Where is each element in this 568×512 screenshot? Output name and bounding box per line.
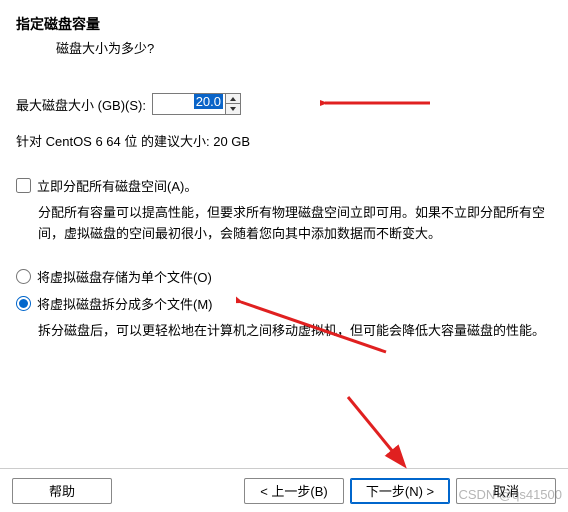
spinner-up-button[interactable] xyxy=(226,94,240,104)
allocate-now-desc: 分配所有容量可以提高性能，但要求所有物理磁盘空间立即可用。如果不立即分配所有空间… xyxy=(38,203,552,245)
allocate-now-label: 立即分配所有磁盘空间(A)。 xyxy=(37,176,197,195)
store-single-radio[interactable] xyxy=(16,269,31,284)
chevron-down-icon xyxy=(230,107,236,111)
annotation-arrow-icon xyxy=(338,392,428,472)
store-split-radio[interactable] xyxy=(16,296,31,311)
store-single-label: 将虚拟磁盘存储为单个文件(O) xyxy=(37,267,212,286)
page-title: 指定磁盘容量 xyxy=(16,14,552,34)
max-size-label: 最大磁盘大小 (GB)(S): xyxy=(16,95,146,114)
max-size-spinner[interactable]: 20.0 xyxy=(152,93,241,115)
max-size-input[interactable]: 20.0 xyxy=(153,94,225,114)
help-button[interactable]: 帮助 xyxy=(12,478,112,504)
size-suggestion: 针对 CentOS 6 64 位 的建议大小: 20 GB xyxy=(16,131,552,150)
store-split-label: 将虚拟磁盘拆分成多个文件(M) xyxy=(37,294,213,313)
next-button[interactable]: 下一步(N) > xyxy=(350,478,450,504)
back-button[interactable]: < 上一步(B) xyxy=(244,478,344,504)
spinner-down-button[interactable] xyxy=(226,104,240,114)
chevron-up-icon xyxy=(230,97,236,101)
allocate-now-checkbox[interactable] xyxy=(16,178,31,193)
watermark: CSDN @qs41500 xyxy=(458,487,562,502)
store-split-desc: 拆分磁盘后，可以更轻松地在计算机之间移动虚拟机，但可能会降低大容量磁盘的性能。 xyxy=(38,321,552,342)
page-subtitle: 磁盘大小为多少? xyxy=(56,38,552,57)
